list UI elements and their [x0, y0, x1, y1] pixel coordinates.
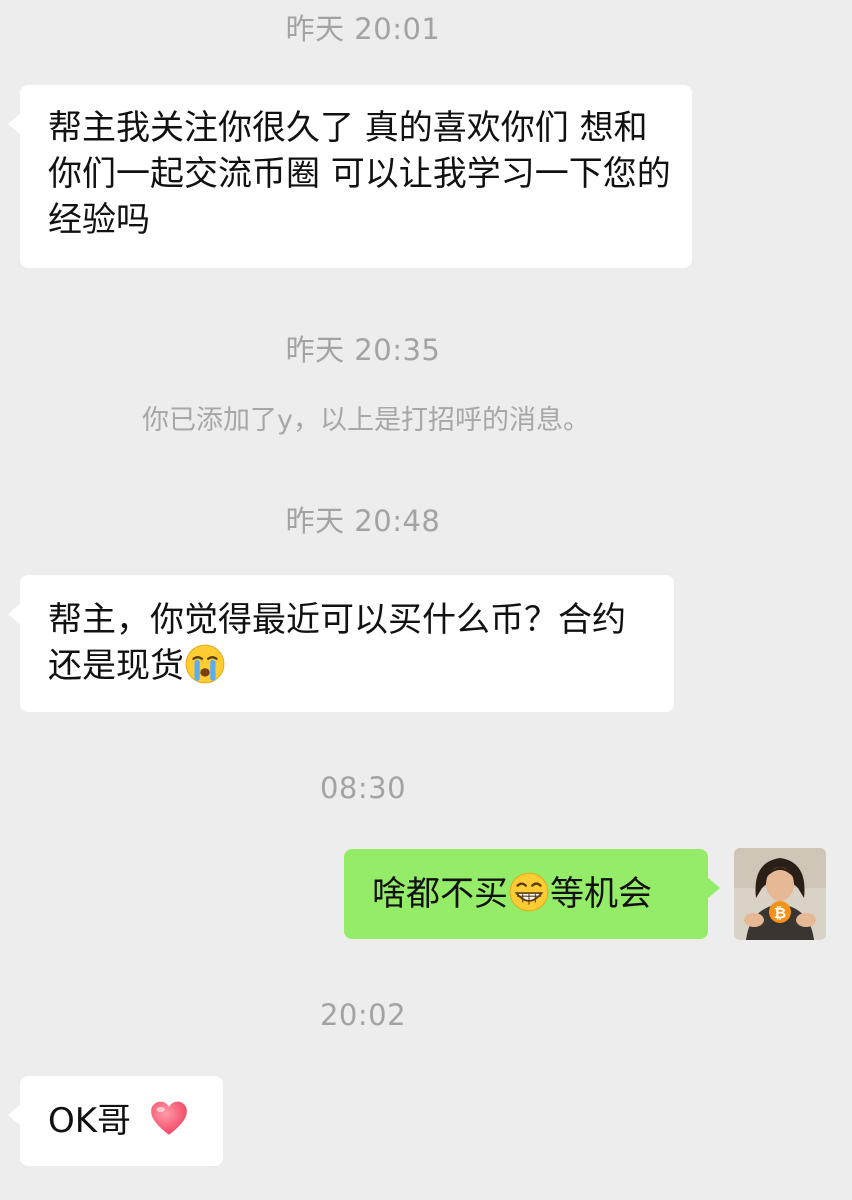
outgoing-message-bubble[interactable]: 啥都不买 等机会 [344, 849, 720, 939]
grinning-face-icon [509, 872, 549, 912]
crying-face-icon [185, 644, 225, 684]
message-text: 等机会 [550, 874, 652, 914]
incoming-message-bubble[interactable]: OK哥 [8, 1076, 223, 1166]
heart-icon [151, 1101, 187, 1135]
timestamp: 昨天 20:01 [285, 12, 441, 46]
message-text: OK哥 [48, 1101, 132, 1141]
message-text: 啥都不买 [372, 874, 508, 914]
incoming-message-bubble[interactable]: 帮主，你觉得最近可以买什么币？合约还是现货 [8, 575, 674, 712]
timestamp: 20:02 [319, 998, 407, 1032]
message-text: 帮主我关注你很久了 真的喜欢你们 想和你们一起交流币圈 可以让我学习一下您的经验… [48, 108, 671, 240]
message-text: 帮主，你觉得最近可以买什么币？合约还是现货 [48, 600, 626, 686]
timestamp: 08:30 [319, 771, 407, 805]
timestamp: 昨天 20:48 [285, 504, 441, 538]
avatar[interactable]: ₿ [734, 848, 826, 940]
svg-text:₿: ₿ [774, 904, 786, 922]
incoming-message-bubble[interactable]: 帮主我关注你很久了 真的喜欢你们 想和你们一起交流币圈 可以让我学习一下您的经验… [8, 85, 692, 268]
avatar-image: ₿ [734, 848, 826, 940]
timestamp: 昨天 20:35 [285, 333, 441, 367]
system-notice: 你已添加了y，以上是打招呼的消息。 [142, 405, 590, 436]
